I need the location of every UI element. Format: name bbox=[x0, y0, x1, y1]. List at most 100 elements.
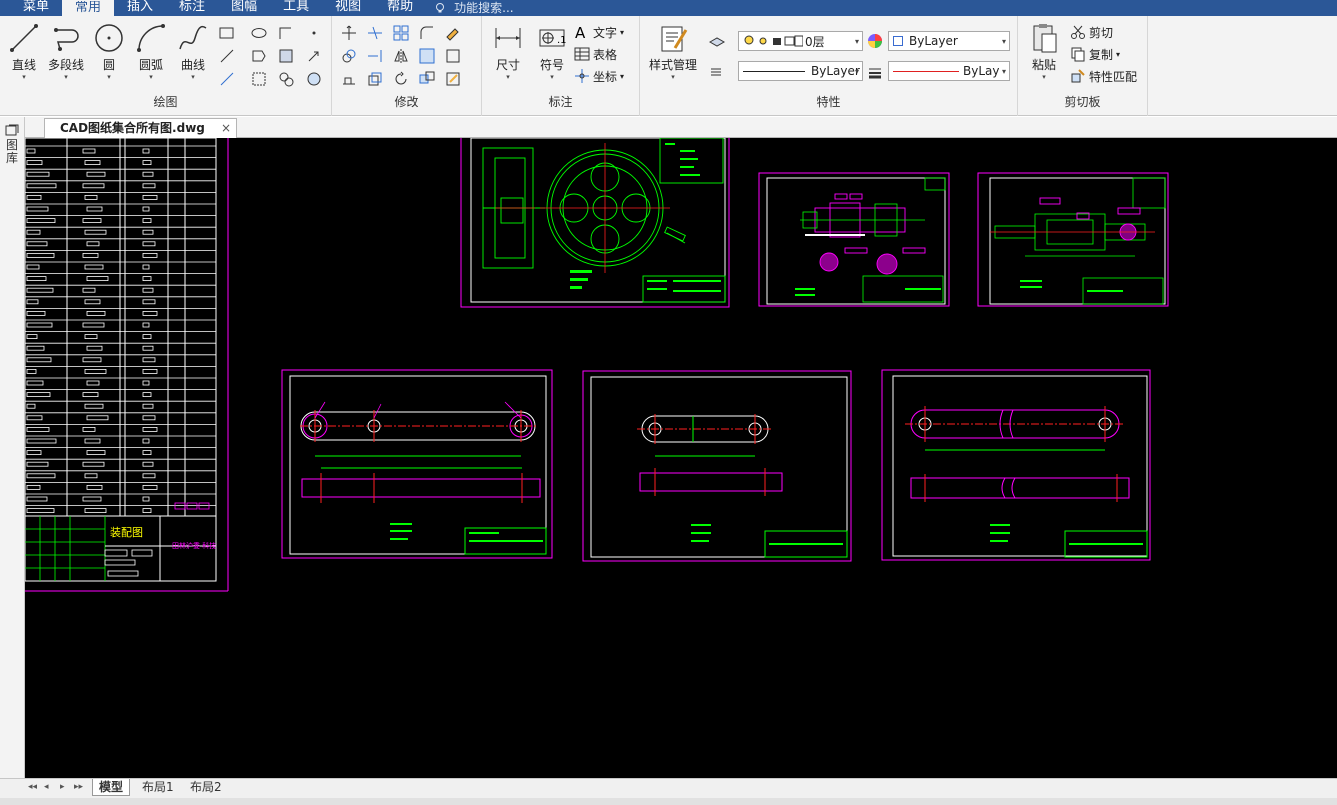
parts-list-cell-mark bbox=[26, 287, 54, 293]
next-tab-icon[interactable]: ▸ bbox=[60, 782, 65, 792]
tab-model[interactable]: 模型 bbox=[92, 779, 131, 796]
menu-tab-view[interactable]: 视图 bbox=[322, 0, 374, 16]
menu-tab-home[interactable]: 常用 bbox=[62, 0, 115, 16]
dimension-line-icon[interactable] bbox=[277, 24, 295, 42]
symbol-button[interactable]: .1 符号 ▾ bbox=[530, 22, 574, 88]
parts-list-cell-mark bbox=[142, 299, 156, 305]
paste-button[interactable]: 粘贴 ▾ bbox=[1022, 22, 1066, 88]
properties-group: 样式管理▾ 0层 ▾ ByLayer ▾ ByLayer ▾ ByLayer ▾… bbox=[640, 16, 1018, 116]
copy-tool-icon[interactable] bbox=[340, 47, 358, 65]
erase-icon[interactable] bbox=[444, 24, 462, 42]
menu-tab-menu[interactable]: 菜单 bbox=[10, 0, 62, 16]
parts-list-cell-mark bbox=[82, 496, 102, 502]
layer-combo[interactable]: 0层 ▾ bbox=[738, 31, 863, 51]
menu-tab-annotate[interactable]: 标注 bbox=[166, 0, 218, 16]
parts-list-cell-mark bbox=[26, 415, 43, 421]
scale-icon[interactable] bbox=[366, 70, 384, 88]
style-manager-button[interactable]: 样式管理 ▾ bbox=[644, 22, 702, 88]
trim-icon[interactable] bbox=[366, 24, 384, 42]
hatch-icon[interactable] bbox=[277, 47, 295, 65]
coordinate-icon bbox=[575, 69, 589, 83]
ribbon: 直线 ▾ 多段线 ▾ 圆 ▾ 圆弧 ▾ 曲线 ▾ 绘图 修改 尺寸 ▾ .1 符… bbox=[0, 16, 1337, 116]
prev-tab-icon[interactable]: ◂ bbox=[44, 782, 49, 792]
fillet-icon[interactable] bbox=[418, 24, 436, 42]
parts-list-cell-mark bbox=[142, 334, 152, 340]
curve-icon bbox=[179, 25, 207, 50]
layer-state-icon[interactable] bbox=[708, 32, 726, 50]
assembly-parts-list-sheet: 装配图 田林沪委 科技 bbox=[25, 138, 229, 592]
offset-icon[interactable] bbox=[418, 47, 436, 65]
xline-icon[interactable] bbox=[218, 47, 236, 65]
document-tab[interactable]: CAD图纸集合所有图.dwg × bbox=[44, 118, 237, 138]
last-tab-icon[interactable]: ▸▸ bbox=[74, 782, 83, 792]
parts-list-cell-mark bbox=[142, 287, 154, 293]
close-icon[interactable]: × bbox=[221, 119, 231, 137]
lineweight-preview bbox=[893, 70, 959, 72]
parts-list-cell-mark bbox=[142, 229, 154, 235]
drawing-canvas[interactable]: 装配图 田林沪委 科技 bbox=[25, 138, 1337, 778]
polyline-button[interactable]: 多段线 ▾ bbox=[44, 22, 88, 88]
lineweight-combo[interactable]: ByLayer ▾ bbox=[888, 61, 1010, 81]
rectangle-icon[interactable] bbox=[218, 24, 236, 42]
lineweight-icon[interactable] bbox=[866, 63, 884, 81]
curve-button[interactable]: 曲线 ▾ bbox=[171, 22, 215, 88]
parts-list-cell-mark bbox=[142, 508, 152, 514]
annotate-group-label: 标注 bbox=[548, 95, 573, 109]
table-button[interactable]: 表格 bbox=[574, 44, 617, 64]
parts-list-cell-mark bbox=[142, 148, 150, 154]
tab-layout2[interactable]: 布局2 bbox=[184, 779, 228, 796]
menu-tab-insert[interactable]: 插入 bbox=[114, 0, 166, 16]
rotate-icon[interactable] bbox=[392, 70, 410, 88]
coordinate-button[interactable]: 坐标 ▾ bbox=[574, 66, 624, 86]
point-icon[interactable] bbox=[305, 24, 323, 42]
gear-tool-icon[interactable] bbox=[277, 70, 295, 88]
horizontal-scrollbar[interactable] bbox=[0, 798, 1337, 805]
parts-list-cell-mark bbox=[86, 171, 106, 177]
dimension-label: 尺寸 bbox=[495, 58, 520, 72]
menu-tab-help[interactable]: 帮助 bbox=[374, 0, 426, 16]
ray-icon[interactable] bbox=[218, 70, 236, 88]
group-icon[interactable] bbox=[418, 70, 436, 88]
menu-tab-tools[interactable]: 工具 bbox=[270, 0, 322, 16]
tab-layout1[interactable]: 布局1 bbox=[136, 779, 180, 796]
parts-list-cell-mark bbox=[26, 508, 55, 514]
line-button[interactable]: 直线 ▾ bbox=[2, 22, 46, 88]
ellipse-icon[interactable] bbox=[250, 24, 268, 42]
menu-tab-sheet[interactable]: 图幅 bbox=[218, 0, 270, 16]
parts-list-cell-mark bbox=[26, 368, 37, 374]
library-label[interactable]: 图库 bbox=[5, 139, 19, 165]
clipboard-group: 粘贴 ▾ 剪切 复制 ▾ 特性匹配 剪切板 bbox=[1018, 16, 1148, 116]
arrow-icon[interactable] bbox=[305, 47, 323, 65]
feature-search[interactable]: 功能搜索... bbox=[426, 0, 514, 16]
wipeout-icon[interactable] bbox=[305, 70, 323, 88]
color-wheel-icon[interactable] bbox=[866, 32, 884, 50]
text-button[interactable]: A 文字 ▾ bbox=[574, 22, 624, 42]
parts-list-cell-mark bbox=[26, 229, 41, 235]
dimension-button[interactable]: 尺寸 ▾ bbox=[486, 22, 530, 88]
parts-list-cell-mark bbox=[82, 461, 105, 467]
array-icon[interactable] bbox=[392, 24, 410, 42]
properties-edit-icon[interactable] bbox=[444, 70, 462, 88]
copy-button[interactable]: 复制 ▾ bbox=[1070, 44, 1120, 64]
color-combo[interactable]: ByLayer ▾ bbox=[888, 31, 1010, 51]
library-icon[interactable] bbox=[5, 124, 19, 136]
match-properties-button[interactable]: 特性匹配 bbox=[1070, 66, 1137, 86]
parts-list-cell-mark bbox=[142, 403, 154, 409]
first-tab-icon[interactable]: ◂◂ bbox=[28, 782, 37, 792]
circle-button[interactable]: 圆 ▾ bbox=[87, 22, 131, 88]
cut-button[interactable]: 剪切 bbox=[1070, 22, 1113, 42]
region-icon[interactable] bbox=[250, 47, 268, 65]
arc-button[interactable]: 圆弧 ▾ bbox=[129, 22, 173, 88]
parts-list-cell-mark bbox=[82, 287, 96, 293]
linetype-combo[interactable]: ByLayer ▾ bbox=[738, 61, 863, 81]
stretch-icon[interactable] bbox=[340, 70, 358, 88]
line-settings-icon[interactable] bbox=[708, 63, 726, 81]
shaft-assembly-sheet bbox=[758, 172, 950, 307]
block-icon[interactable] bbox=[250, 70, 268, 88]
gearbox-top-sheet bbox=[977, 172, 1169, 307]
extend-icon[interactable] bbox=[366, 47, 384, 65]
mirror-icon[interactable] bbox=[392, 47, 410, 65]
explode-icon[interactable] bbox=[444, 47, 462, 65]
move-icon[interactable] bbox=[340, 24, 358, 42]
parts-list-cell-mark bbox=[142, 276, 152, 282]
